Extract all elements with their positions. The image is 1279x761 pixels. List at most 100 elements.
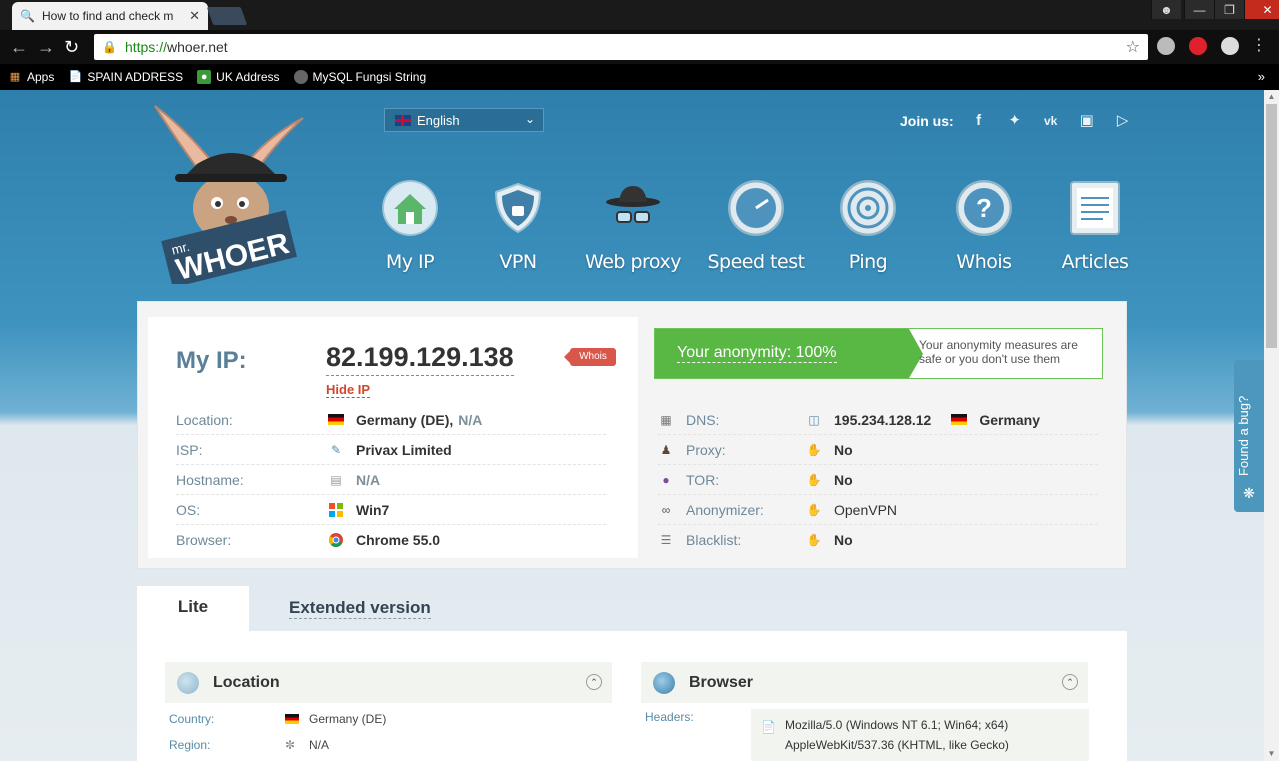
row-value: Win7 xyxy=(356,501,390,518)
ip-address: 82.199.129.138 xyxy=(326,342,514,376)
page-viewport: mr. WHOER English ⌄ Join us: f ✦ vk ▣ ▷ … xyxy=(0,90,1264,761)
bookmark-label: UK Address xyxy=(216,70,280,84)
details-content: Location ⌃ Country: Germany (DE) Region:… xyxy=(137,631,1127,761)
profile-icon[interactable]: ☻ xyxy=(1151,0,1181,19)
youtube-icon[interactable]: ▷ xyxy=(1112,110,1134,132)
scrollbar-thumb[interactable] xyxy=(1266,104,1277,348)
reload-icon[interactable]: ↻ xyxy=(64,37,79,57)
section-title: Location xyxy=(213,673,280,691)
thumbs-up-icon: ✋ xyxy=(806,533,822,547)
location-section-header[interactable]: Location ⌃ xyxy=(165,662,612,703)
site-icon xyxy=(293,70,308,84)
bookmark-apps[interactable]: ▦ Apps xyxy=(8,70,55,84)
hide-ip-link[interactable]: Hide IP xyxy=(326,382,371,398)
bookmark-label: Apps xyxy=(27,70,55,84)
browser-tab[interactable]: 🔍 How to find and check m ✕ xyxy=(12,2,208,30)
close-tab-icon[interactable]: ✕ xyxy=(189,8,200,24)
uk-flag-icon xyxy=(395,114,411,126)
home-icon xyxy=(382,180,438,236)
tab-extended-version[interactable]: Extended version xyxy=(289,598,431,619)
row-value: No xyxy=(834,441,853,458)
found-a-bug-button[interactable]: Found a bug? ❋ xyxy=(1234,360,1264,512)
row-label: OS: xyxy=(176,501,201,518)
forward-icon[interactable]: → xyxy=(37,37,55,57)
nav-web-proxy[interactable]: Web proxy xyxy=(578,180,688,273)
ping-icon xyxy=(839,179,897,237)
scroll-down-arrow[interactable]: ▼ xyxy=(1264,747,1279,761)
language-select[interactable]: English ⌄ xyxy=(384,108,544,132)
thumbs-up-icon: ✋ xyxy=(806,502,822,517)
menu-icon[interactable]: ⋮ xyxy=(1250,37,1268,55)
bookmark-uk-address[interactable]: ● UK Address xyxy=(197,70,280,84)
opera-vpn-icon[interactable] xyxy=(1189,37,1207,55)
nav-label: Whois xyxy=(956,251,1012,273)
bookmark-spain-address[interactable]: 📄 SPAIN ADDRESS xyxy=(68,70,184,84)
extension-icon[interactable] xyxy=(1157,37,1175,55)
my-ip-label: My IP: xyxy=(176,347,247,374)
row-label: Headers: xyxy=(645,710,694,724)
spy-hat-icon xyxy=(606,186,660,223)
bookmarks-bar: ▦ Apps 📄 SPAIN ADDRESS ● UK Address MySQ… xyxy=(0,64,1279,90)
speedometer-icon xyxy=(727,179,785,237)
row-value: Germany (DE), xyxy=(356,411,454,428)
chevron-up-icon[interactable]: ⌃ xyxy=(586,674,602,690)
blacklist-row: ☰ Blacklist: ✋ No xyxy=(658,525,1098,555)
nav-articles[interactable]: Articles xyxy=(1040,180,1150,273)
location-pin-icon xyxy=(177,671,199,694)
shield-icon xyxy=(494,182,542,234)
tor-onion-icon: ● xyxy=(662,472,670,487)
headers-row: Headers: xyxy=(645,710,694,724)
more-bookmarks-icon[interactable]: » xyxy=(1258,69,1265,84)
extension-icon[interactable] xyxy=(1221,37,1239,55)
proxy-row: ♟ Proxy: ✋ No xyxy=(658,435,1098,465)
vk-icon[interactable]: vk xyxy=(1040,110,1062,132)
join-us-label: Join us: xyxy=(900,113,954,129)
chevron-up-icon[interactable]: ⌃ xyxy=(1062,674,1078,690)
restore-button[interactable]: ❐ xyxy=(1214,0,1244,19)
compass-icon: ✼ xyxy=(285,738,296,752)
nav-label: Speed test xyxy=(707,251,805,273)
bookmark-star-icon[interactable]: ☆ xyxy=(1126,37,1140,57)
address-bar[interactable]: 🔒 https:// whoer.net ☆ xyxy=(94,34,1148,60)
instagram-icon[interactable]: ▣ xyxy=(1076,110,1098,132)
row-label: Blacklist: xyxy=(686,532,742,548)
chrome-icon xyxy=(328,533,344,547)
nav-whois[interactable]: ? Whois xyxy=(929,179,1039,273)
anonymity-headline[interactable]: Your anonymity: 100% xyxy=(677,344,837,363)
document-icon: 📄 xyxy=(761,720,776,734)
twitter-icon[interactable]: ✦ xyxy=(1004,110,1026,132)
bookmark-label: MySQL Fungsi String xyxy=(312,70,427,84)
dns-icon: ▦ xyxy=(660,412,672,427)
hostname-row: Hostname: ▤ N/A xyxy=(176,465,606,495)
row-label: ISP: xyxy=(176,441,203,458)
nav-label: Web proxy xyxy=(585,251,681,273)
nav-ping[interactable]: Ping xyxy=(813,179,923,273)
back-icon[interactable]: ← xyxy=(10,37,28,57)
row-value: OpenVPN xyxy=(834,501,898,518)
row-extra: Germany xyxy=(979,411,1041,428)
row-label: TOR: xyxy=(686,471,720,488)
server-icon: ▤ xyxy=(330,472,342,487)
browser-section-header[interactable]: Browser ⌃ xyxy=(641,662,1088,703)
headers-value: 📄 Mozilla/5.0 (Windows NT 6.1; Win64; x6… xyxy=(751,709,1089,761)
new-tab-button[interactable] xyxy=(206,7,248,25)
nav-speed-test[interactable]: Speed test xyxy=(701,179,811,273)
thumbs-up-icon: ✋ xyxy=(806,442,822,457)
nav-label: My IP xyxy=(385,251,435,273)
url-host: whoer.net xyxy=(166,39,228,55)
close-window-button[interactable]: ✕ xyxy=(1244,0,1279,19)
facebook-icon[interactable]: f xyxy=(968,110,990,132)
globe-icon xyxy=(653,671,675,694)
nav-label: Articles xyxy=(1061,251,1129,273)
maps-pin-icon: ● xyxy=(197,70,212,84)
whois-button[interactable]: Whois xyxy=(564,348,616,366)
tab-lite[interactable]: Lite xyxy=(137,586,249,632)
scroll-up-arrow[interactable]: ▲ xyxy=(1264,90,1279,104)
nav-my-ip[interactable]: My IP xyxy=(355,180,465,273)
tab-title: How to find and check m xyxy=(42,9,174,23)
minimize-button[interactable]: — xyxy=(1184,0,1214,19)
nav-vpn[interactable]: VPN xyxy=(463,180,573,273)
bookmark-mysql[interactable]: MySQL Fungsi String xyxy=(293,70,427,84)
anonymizer-row: ∞ Anonymizer: ✋ OpenVPN xyxy=(658,495,1098,525)
title-bar: 🔍 How to find and check m ✕ ☻ — ❐ ✕ xyxy=(0,0,1279,30)
